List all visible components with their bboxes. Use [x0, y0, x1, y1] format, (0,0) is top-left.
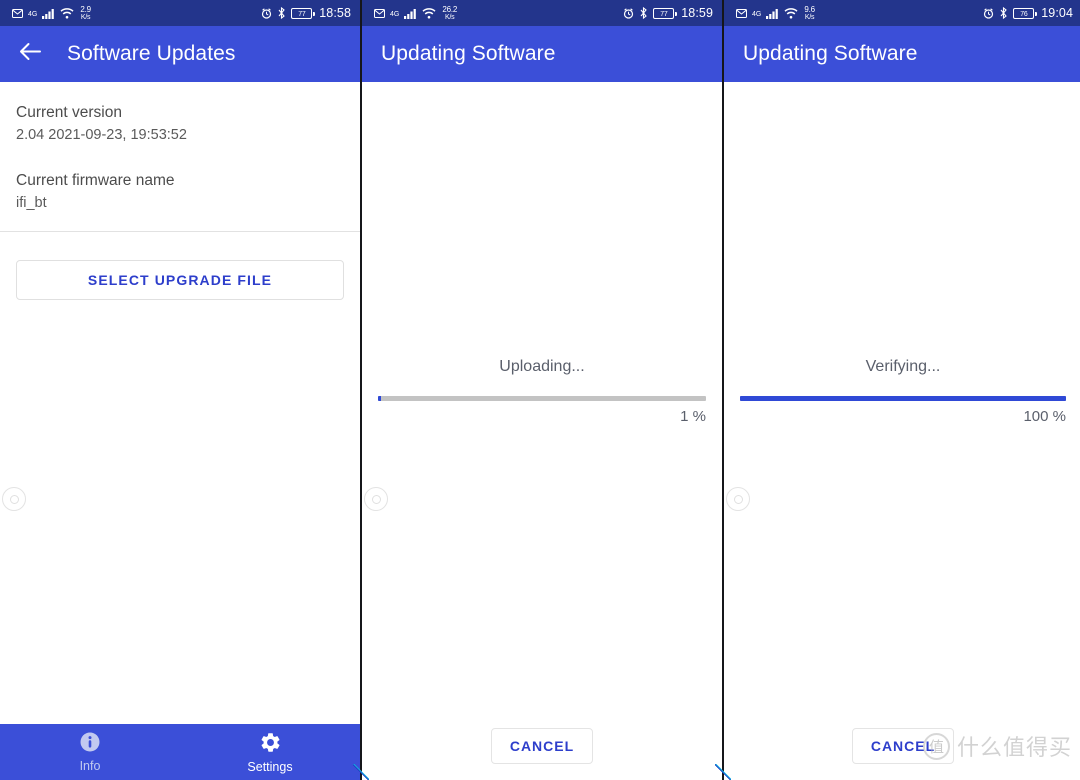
info-group-current-version: Current version 2.04 2021-09-23, 19:53:5…: [16, 103, 344, 145]
back-arrow-icon: [19, 42, 42, 66]
data-rate-indicator: 2.9 K/s: [80, 4, 91, 21]
data-rate-unit: K/s: [444, 13, 455, 21]
target-circle-icon: [2, 487, 26, 511]
mail-icon: [736, 8, 747, 18]
app-bar: Updating Software: [724, 26, 1080, 82]
cancel-button[interactable]: CANCEL: [851, 728, 955, 764]
status-bar-left: 4G 26.2 K/s: [374, 4, 458, 21]
app-bar: Software Updates: [0, 26, 360, 82]
firmware-name-label: Current firmware name: [16, 172, 175, 190]
app-bar: Updating Software: [362, 26, 722, 82]
progress-percent-label: 100 %: [1023, 408, 1066, 425]
progress-status-text: Verifying...: [865, 358, 941, 375]
mail-icon: [12, 8, 23, 18]
data-rate-value: 9.6: [804, 4, 815, 14]
progress-area: Verifying... 100 %: [724, 358, 1080, 425]
network-type-label: 4G: [390, 10, 400, 18]
select-upgrade-file-button[interactable]: SELECT UPGRADE FILE: [16, 259, 344, 300]
network-type-label: 4G: [752, 10, 762, 18]
battery-level: 76: [1020, 8, 1028, 18]
battery-icon: 77: [653, 7, 677, 19]
status-bar: 4G 26.2 K/s 77 18:59: [362, 0, 722, 26]
status-bar-left: 4G 2.9 K/s: [12, 4, 91, 21]
status-bar: 4G 9.6 K/s 76 19:04: [724, 0, 1080, 26]
alarm-clock-icon: [623, 7, 634, 19]
nav-item-settings-label: Settings: [247, 759, 293, 774]
target-circle-icon: [364, 487, 388, 511]
wifi-icon: [422, 7, 436, 19]
panel-software-updates: 4G 2.9 K/s 77 18:58 Software Updates Cur…: [0, 0, 360, 780]
nav-item-info[interactable]: Info: [0, 731, 180, 773]
progress-area: Uploading... 1 %: [362, 358, 722, 425]
wifi-icon: [60, 7, 74, 19]
data-rate-unit: K/s: [80, 13, 91, 21]
page-title: Updating Software: [743, 42, 918, 65]
signal-bars-icon: [404, 8, 417, 19]
three-panel-screenshot: 4G 2.9 K/s 77 18:58 Software Updates Cur…: [0, 0, 1080, 780]
panel-divider-1: [353, 0, 369, 780]
battery-icon: 76: [1013, 7, 1037, 19]
data-rate-value: 2.9: [80, 4, 91, 14]
cancel-button-wrap: CANCEL: [724, 728, 1080, 764]
alarm-clock-icon: [983, 7, 994, 19]
panel-updating-uploading: 4G 26.2 K/s 77 18:59 Updating Software U…: [362, 0, 722, 780]
network-type-label: 4G: [28, 10, 38, 18]
progress-bar-fill: [378, 396, 382, 401]
progress-status-text: Uploading...: [499, 358, 585, 375]
data-rate-value: 26.2: [442, 4, 458, 14]
mail-icon: [374, 8, 385, 18]
target-circle-icon: [726, 487, 750, 511]
status-bar-clock: 18:58: [319, 6, 351, 20]
current-version-value: 2.04 2021-09-23, 19:53:52: [16, 126, 187, 143]
current-version-label: Current version: [16, 104, 122, 121]
wifi-icon: [784, 7, 798, 19]
bluetooth-icon: [639, 7, 648, 19]
cancel-button[interactable]: CANCEL: [490, 728, 594, 764]
status-bar-clock: 19:04: [1041, 6, 1073, 20]
battery-icon: 77: [291, 7, 315, 19]
status-bar-right: 77 18:59: [623, 6, 713, 20]
page-title: Updating Software: [381, 42, 556, 65]
nav-item-settings[interactable]: Settings: [180, 731, 360, 774]
back-button[interactable]: [14, 38, 46, 70]
status-bar-right: 76 19:04: [983, 6, 1073, 20]
panel-updating-verifying: 4G 9.6 K/s 76 19:04 Updating Software Ve…: [724, 0, 1080, 780]
info-group-firmware-name: Current firmware name ifi_bt: [16, 171, 344, 213]
status-bar: 4G 2.9 K/s 77 18:58: [0, 0, 360, 26]
cancel-button-wrap: CANCEL: [362, 728, 722, 764]
gear-icon: [259, 731, 282, 759]
info-icon: [79, 731, 101, 758]
signal-bars-icon: [42, 8, 55, 19]
data-rate-indicator: 9.6 K/s: [804, 4, 815, 21]
progress-bar: [378, 396, 706, 401]
data-rate-indicator: 26.2 K/s: [442, 4, 458, 21]
status-bar-left: 4G 9.6 K/s: [736, 4, 815, 21]
page-title: Software Updates: [67, 42, 236, 65]
firmware-name-value: ifi_bt: [16, 195, 47, 212]
progress-percent-label: 1 %: [680, 408, 706, 425]
bottom-navigation-bar: Info Settings: [0, 724, 360, 780]
progress-bar-fill: [740, 396, 1066, 401]
signal-bars-icon: [766, 8, 779, 19]
nav-item-info-label: Info: [79, 759, 101, 774]
battery-level: 77: [660, 8, 668, 18]
status-bar-right: 77 18:58: [261, 6, 351, 20]
alarm-clock-icon: [261, 7, 272, 19]
data-rate-unit: K/s: [804, 13, 815, 21]
battery-level: 77: [298, 8, 306, 18]
status-bar-clock: 18:59: [681, 6, 713, 20]
upgrade-button-wrap: SELECT UPGRADE FILE: [0, 232, 360, 300]
progress-bar: [740, 396, 1066, 401]
bluetooth-icon: [277, 7, 286, 19]
bluetooth-icon: [999, 7, 1008, 19]
version-info-block: Current version 2.04 2021-09-23, 19:53:5…: [0, 82, 360, 214]
panel-divider-2: [715, 0, 731, 780]
